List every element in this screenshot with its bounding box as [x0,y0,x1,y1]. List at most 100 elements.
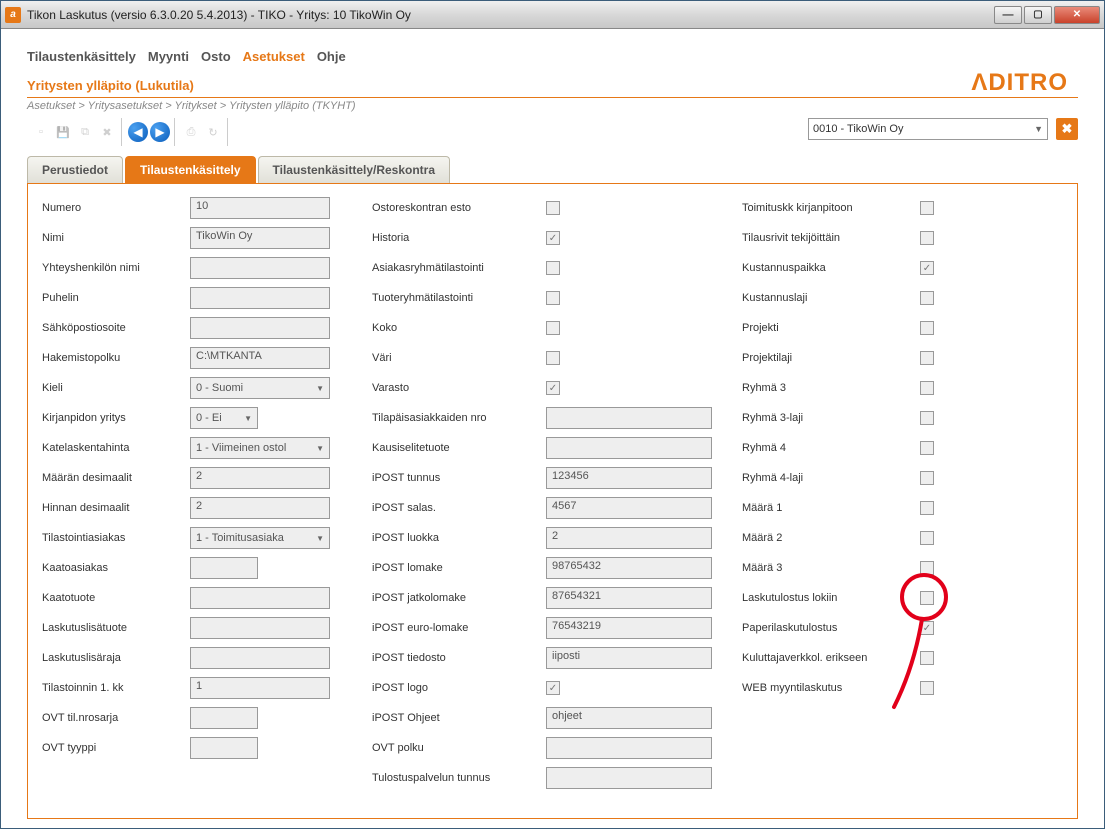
text-input[interactable]: 2 [546,527,712,549]
field-row: Määrä 1 [742,496,1012,520]
field-label: Ryhmä 3-laji [742,412,920,424]
select-input[interactable]: 1 - Toimitusasiaka▼ [190,527,330,549]
checkbox[interactable] [920,261,934,275]
form-column-2: Ostoreskontran esto Historia Asiakasryhmät… [372,196,712,790]
text-input[interactable]: 87654321 [546,587,712,609]
text-input[interactable] [546,407,712,429]
menu-item-0[interactable]: Tilaustenkäsittely [27,49,136,64]
text-input[interactable] [190,737,258,759]
field-row: iPOST luokka2 [372,526,712,550]
checkbox[interactable] [920,501,934,515]
form-column-3: Toimituskk kirjanpitoonTilausrivit tekij… [742,196,1012,790]
field-row: Ryhmä 4 [742,436,1012,460]
text-input[interactable]: iiposti [546,647,712,669]
text-input[interactable] [546,737,712,759]
save-icon: 💾 [53,122,73,142]
text-input[interactable]: TikoWin Oy [190,227,330,249]
field-label: Asiakasryhmätilastointi [372,262,546,274]
nav-next-button[interactable]: ▶ [150,122,170,142]
checkbox[interactable] [920,681,934,695]
select-input[interactable]: 1 - Viimeinen ostol▼ [190,437,330,459]
nav-prev-button[interactable]: ◀ [128,122,148,142]
tab-2[interactable]: Tilaustenkäsittely/Reskontra [258,156,451,183]
field-row: Ostoreskontran esto [372,196,712,220]
field-row: Kustannuspaikka [742,256,1012,280]
field-row: Kustannuslaji [742,286,1012,310]
text-input[interactable] [190,257,330,279]
text-input[interactable]: 2 [190,497,330,519]
close-window-button[interactable] [1054,6,1100,24]
maximize-button[interactable] [1024,6,1052,24]
checkbox[interactable] [920,561,934,575]
text-input[interactable]: 76543219 [546,617,712,639]
checkbox[interactable] [546,351,560,365]
menu-item-2[interactable]: Osto [201,49,231,64]
checkbox[interactable] [920,321,934,335]
text-input[interactable] [190,647,330,669]
text-input[interactable]: ohjeet [546,707,712,729]
checkbox[interactable] [546,321,560,335]
text-input[interactable]: 2 [190,467,330,489]
window-controls [994,6,1100,24]
checkbox[interactable] [546,231,560,245]
checkbox[interactable] [920,411,934,425]
text-input[interactable] [190,707,258,729]
checkbox[interactable] [546,381,560,395]
text-input[interactable] [190,557,258,579]
field-label: Tulostuspalvelun tunnus [372,772,546,784]
field-row: Asiakasryhmätilastointi [372,256,712,280]
checkbox[interactable] [920,351,934,365]
field-label: Määrä 2 [742,532,920,544]
menu-item-1[interactable]: Myynti [148,49,189,64]
checkbox[interactable] [920,231,934,245]
aditro-logo [971,69,1068,97]
checkbox[interactable] [920,291,934,305]
checkbox[interactable] [546,291,560,305]
tab-1[interactable]: Tilaustenkäsittely [125,156,256,183]
text-input[interactable]: 1 [190,677,330,699]
field-row: Hinnan desimaalit2 [42,496,342,520]
text-input[interactable]: 98765432 [546,557,712,579]
menu-item-4[interactable]: Ohje [317,49,346,64]
select-input[interactable]: 0 - Ei▼ [190,407,258,429]
text-input[interactable] [190,587,330,609]
minimize-button[interactable] [994,6,1022,24]
select-input[interactable]: 0 - Suomi▼ [190,377,330,399]
text-input[interactable]: 123456 [546,467,712,489]
text-input[interactable] [190,317,330,339]
checkbox[interactable] [920,381,934,395]
checkbox[interactable] [546,681,560,695]
copy-icon: ⧉ [75,122,95,142]
text-input[interactable]: C:\MTKANTA [190,347,330,369]
field-label: Tilastointiasiakas [42,532,190,544]
chevron-down-icon: ▼ [244,414,252,423]
close-panel-button[interactable]: ✖ [1056,118,1078,140]
checkbox[interactable] [920,441,934,455]
field-label: Historia [372,232,546,244]
text-input[interactable] [190,287,330,309]
text-input[interactable] [546,437,712,459]
company-select[interactable]: 0010 - TikoWin Oy ▼ [808,118,1048,140]
chevron-down-icon: ▼ [316,534,324,543]
checkbox[interactable] [920,621,934,635]
menu-item-3[interactable]: Asetukset [243,49,305,64]
checkbox[interactable] [920,531,934,545]
checkbox[interactable] [920,591,934,605]
checkbox[interactable] [920,471,934,485]
toolbar: ▫ 💾 ⧉ ✖ ◀ ▶ ⎙ ↻ 0010 - TikoWin Oy ▼ ✖ [27,118,1078,146]
field-label: Tuoteryhmätilastointi [372,292,546,304]
field-row: Tilapäisasiakkaiden nro [372,406,712,430]
chevron-down-icon: ▼ [316,384,324,393]
text-input[interactable] [546,767,712,789]
text-input[interactable]: 4567 [546,497,712,519]
checkbox[interactable] [546,201,560,215]
window-title: Tikon Laskutus (versio 6.3.0.20 5.4.2013… [27,8,994,22]
field-label: Kieli [42,382,190,394]
text-input[interactable]: 10 [190,197,330,219]
tab-0[interactable]: Perustiedot [27,156,123,183]
checkbox[interactable] [920,651,934,665]
checkbox[interactable] [546,261,560,275]
text-input[interactable] [190,617,330,639]
field-row: Väri [372,346,712,370]
checkbox[interactable] [920,201,934,215]
